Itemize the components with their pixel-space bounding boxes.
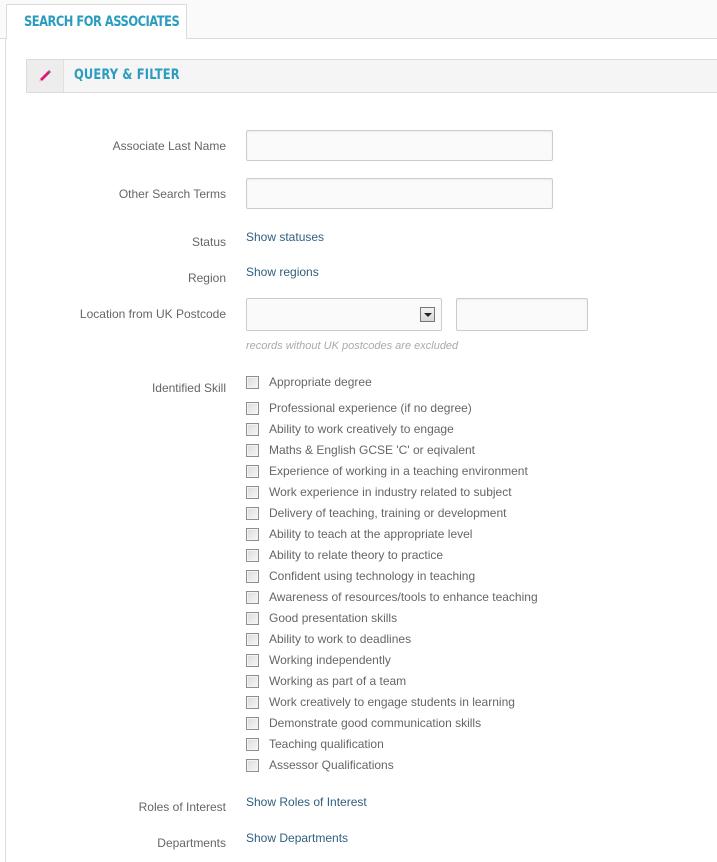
checkbox[interactable]: [246, 486, 259, 499]
checkbox-label: Ability to work creatively to engage: [269, 422, 454, 436]
checkbox-label: Experience of working in a teaching envi…: [269, 464, 528, 478]
checkbox[interactable]: [246, 633, 259, 646]
checkbox[interactable]: [246, 528, 259, 541]
tab-label: Search for Associates: [24, 14, 180, 30]
location-label: Location from UK Postcode: [79, 307, 226, 321]
postcode-hint: records without UK postcodes are exclude…: [246, 340, 459, 352]
status-label: Status: [191, 235, 226, 249]
checkbox[interactable]: [246, 759, 259, 772]
tab-strip: Search for Associates: [0, 0, 717, 39]
checkbox[interactable]: [246, 549, 259, 562]
checkbox[interactable]: [246, 717, 259, 730]
region-label: Region: [187, 271, 226, 285]
roles-of-interest-label: Roles of Interest: [138, 800, 226, 814]
checkbox[interactable]: [246, 444, 259, 457]
query-filter-panel-header[interactable]: Query & Filter: [26, 59, 717, 93]
panel-title: Query & Filter: [74, 67, 180, 83]
departments-label: Departments: [157, 836, 226, 850]
last-name-input[interactable]: [246, 130, 553, 161]
checkbox[interactable]: [246, 591, 259, 604]
checkbox-label: Good presentation skills: [269, 611, 398, 625]
checkbox-label: Teaching qualification: [269, 737, 384, 751]
checkbox[interactable]: [246, 675, 259, 688]
panel-icon-box: [27, 60, 64, 92]
checkbox-label: Professional experience (if no degree): [269, 401, 472, 415]
checkbox-label: Delivery of teaching, training or develo…: [269, 506, 507, 520]
checkbox-label: Working independently: [269, 653, 391, 667]
dropdown-arrow-icon[interactable]: [420, 307, 435, 322]
distance-select[interactable]: [246, 298, 442, 331]
show-regions-link[interactable]: Show regions: [246, 265, 319, 279]
other-search-terms-label: Other Search Terms: [118, 187, 226, 201]
identified-skill-label: Identified Skill: [151, 381, 226, 395]
show-roles-link[interactable]: Show Roles of Interest: [246, 795, 367, 809]
checkbox[interactable]: [246, 654, 259, 667]
checkbox-label: Ability to teach at the appropriate leve…: [269, 527, 473, 541]
checkbox-label: Ability to relate theory to practice: [269, 548, 444, 562]
checkbox[interactable]: [246, 570, 259, 583]
checkbox-label: Demonstrate good communication skills: [269, 716, 482, 730]
checkbox[interactable]: [246, 738, 259, 751]
checkbox-label: Maths & English GCSE 'C' or eqivalent: [269, 443, 476, 457]
checkbox-label: Appropriate degree: [269, 375, 372, 389]
show-statuses-link[interactable]: Show statuses: [246, 230, 324, 244]
checkbox[interactable]: [246, 696, 259, 709]
checkbox-label: Work experience in industry related to s…: [269, 485, 512, 499]
checkbox-label: Assessor Qualifications: [269, 758, 394, 772]
postcode-input[interactable]: [456, 298, 588, 331]
checkbox[interactable]: [246, 465, 259, 478]
checkbox[interactable]: [246, 376, 259, 389]
checkbox-label: Awareness of resources/tools to enhance …: [269, 590, 538, 604]
other-search-terms-input[interactable]: [246, 178, 553, 209]
checkbox-label: Working as part of a team: [269, 674, 407, 688]
pencil-icon: [39, 70, 51, 82]
checkbox-label: Work creatively to engage students in le…: [269, 695, 515, 709]
content-border: [5, 38, 6, 862]
checkbox-label: Ability to work to deadlines: [269, 632, 412, 646]
tab-search-for-associates[interactable]: Search for Associates: [6, 4, 187, 39]
checkbox[interactable]: [246, 507, 259, 520]
show-departments-link[interactable]: Show Departments: [246, 831, 348, 845]
checkbox[interactable]: [246, 423, 259, 436]
last-name-label: Associate Last Name: [112, 139, 226, 153]
checkbox[interactable]: [246, 612, 259, 625]
checkbox[interactable]: [246, 402, 259, 415]
checkbox-label: Confident using technology in teaching: [269, 569, 476, 583]
